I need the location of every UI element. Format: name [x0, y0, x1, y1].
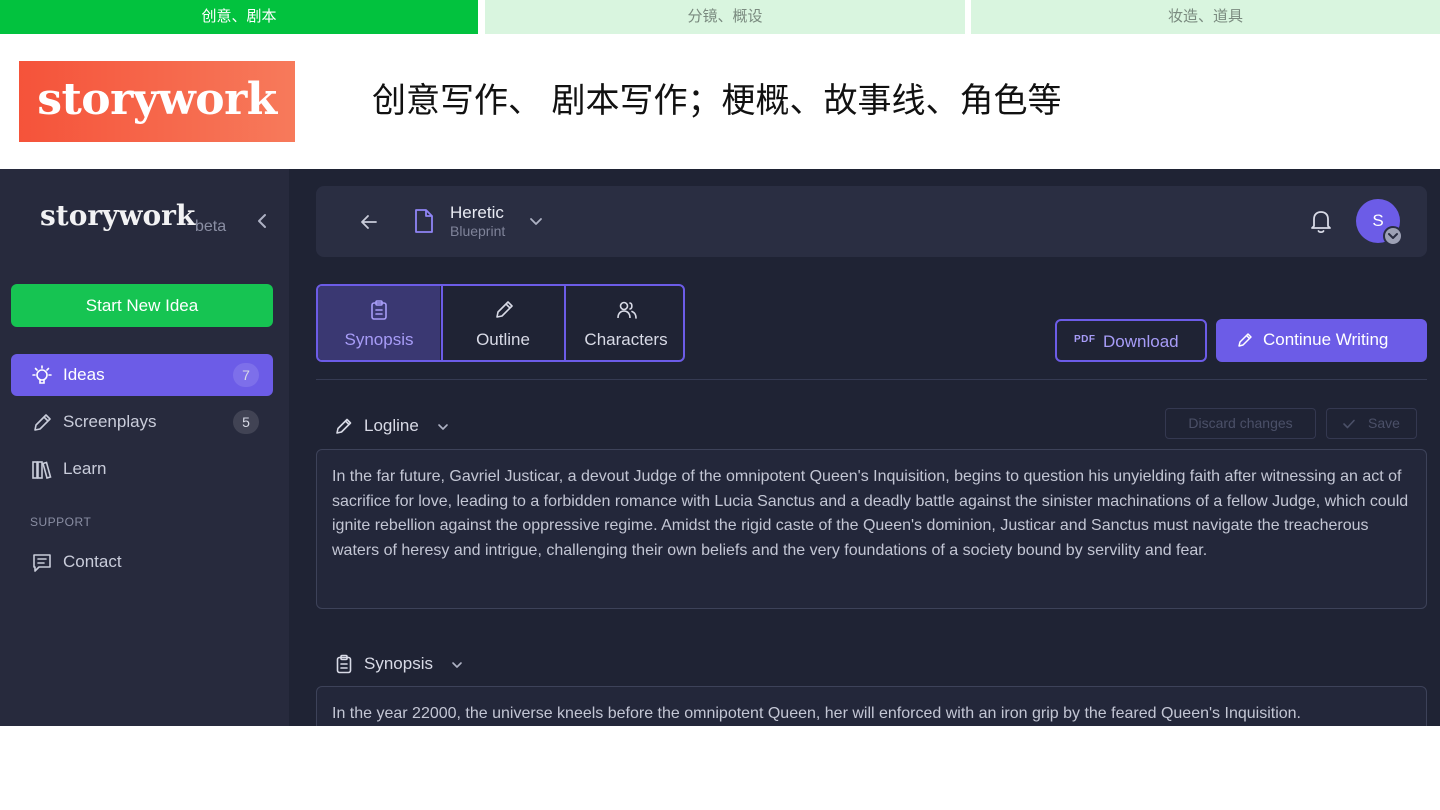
support-section-label: SUPPORT [30, 515, 92, 529]
sidebar-item-label: Contact [63, 552, 122, 571]
clipboard-icon [371, 300, 387, 320]
main-content: Heretic Blueprint S Synopsis Outline Cha… [289, 169, 1440, 726]
section-title: Logline [364, 416, 419, 435]
beta-badge: beta [195, 218, 227, 235]
pencil-icon [1238, 333, 1252, 347]
continue-writing-label: Continue Writing [1263, 330, 1389, 349]
synopsis-section-toggle[interactable]: Synopsis [334, 654, 474, 676]
logline-section-toggle[interactable]: Logline [334, 416, 464, 438]
clipboard-icon [336, 654, 352, 674]
sidebar-item-label: Screenplays [63, 412, 157, 431]
tab-synopsis[interactable]: Synopsis [318, 286, 440, 360]
pencil-icon [34, 414, 51, 431]
category-tabs: 创意、剧本 分镜、概设 妆造、道具 [0, 0, 1440, 34]
category-tab-script[interactable]: 创意、剧本 [0, 0, 478, 34]
sidebar: storywork beta Start New Idea Ideas 7 Sc… [0, 169, 289, 726]
pencil-icon [496, 301, 513, 318]
divider [316, 379, 1427, 380]
bell-icon[interactable] [1308, 207, 1334, 235]
chevron-down-icon[interactable] [1383, 226, 1403, 246]
logline-textarea[interactable]: In the far future, Gavriel Justicar, a d… [316, 449, 1427, 609]
continue-writing-button[interactable]: Continue Writing [1216, 319, 1427, 362]
arrow-left-icon[interactable] [358, 211, 380, 233]
document-icon [415, 209, 433, 233]
lightbulb-icon [32, 365, 52, 384]
save-button[interactable]: Save [1326, 408, 1417, 439]
chevron-left-icon[interactable] [254, 211, 270, 231]
storywork-logo: storywork [19, 61, 295, 142]
category-tab-storyboard[interactable]: 分镜、概设 [485, 0, 965, 34]
document-title[interactable]: Heretic [450, 203, 504, 223]
sidebar-item-ideas[interactable]: Ideas 7 [11, 354, 273, 396]
sidebar-brand: storywork [40, 199, 196, 232]
download-button[interactable]: PDF Download [1055, 319, 1207, 362]
sidebar-item-label: Ideas [63, 365, 105, 384]
tab-label: Synopsis [344, 330, 414, 349]
sidebar-item-learn[interactable]: Learn [11, 448, 273, 490]
check-icon [1343, 419, 1355, 429]
tab-label: Outline [476, 330, 530, 349]
sidebar-item-contact[interactable]: Contact [11, 541, 273, 583]
section-title: Synopsis [364, 654, 433, 673]
tab-outline[interactable]: Outline [441, 286, 563, 360]
sidebar-item-label: Learn [63, 459, 107, 478]
chevron-down-icon[interactable] [528, 213, 544, 229]
users-icon [617, 301, 637, 319]
view-tabs: Synopsis Outline Characters [316, 284, 685, 362]
sidebar-item-screenplays[interactable]: Screenplays 5 [11, 401, 273, 443]
count-badge: 5 [233, 410, 259, 434]
pencil-icon [336, 418, 352, 434]
app-window: storywork beta Start New Idea Ideas 7 Sc… [0, 169, 1440, 726]
count-badge: 7 [233, 363, 259, 387]
category-tab-makeup[interactable]: 妆造、道具 [971, 0, 1440, 34]
download-label: Download [1103, 332, 1179, 351]
synopsis-textarea[interactable]: In the year 22000, the universe kneels b… [316, 686, 1427, 726]
banner-tagline: 创意写作、 剧本写作；梗概、故事线、角色等 [372, 82, 1062, 120]
chevron-down-icon [438, 424, 448, 430]
tab-characters[interactable]: Characters [564, 286, 683, 360]
pdf-icon: PDF [1074, 334, 1096, 345]
document-subtitle: Blueprint [450, 223, 506, 239]
chevron-down-icon [452, 662, 462, 668]
chat-icon [33, 554, 51, 572]
tab-label: Characters [584, 330, 668, 349]
start-new-idea-button[interactable]: Start New Idea [11, 284, 273, 327]
discard-changes-button[interactable]: Discard changes [1165, 408, 1316, 439]
books-icon [32, 461, 52, 479]
document-header: Heretic Blueprint S [316, 186, 1427, 257]
save-label: Save [1368, 415, 1400, 431]
